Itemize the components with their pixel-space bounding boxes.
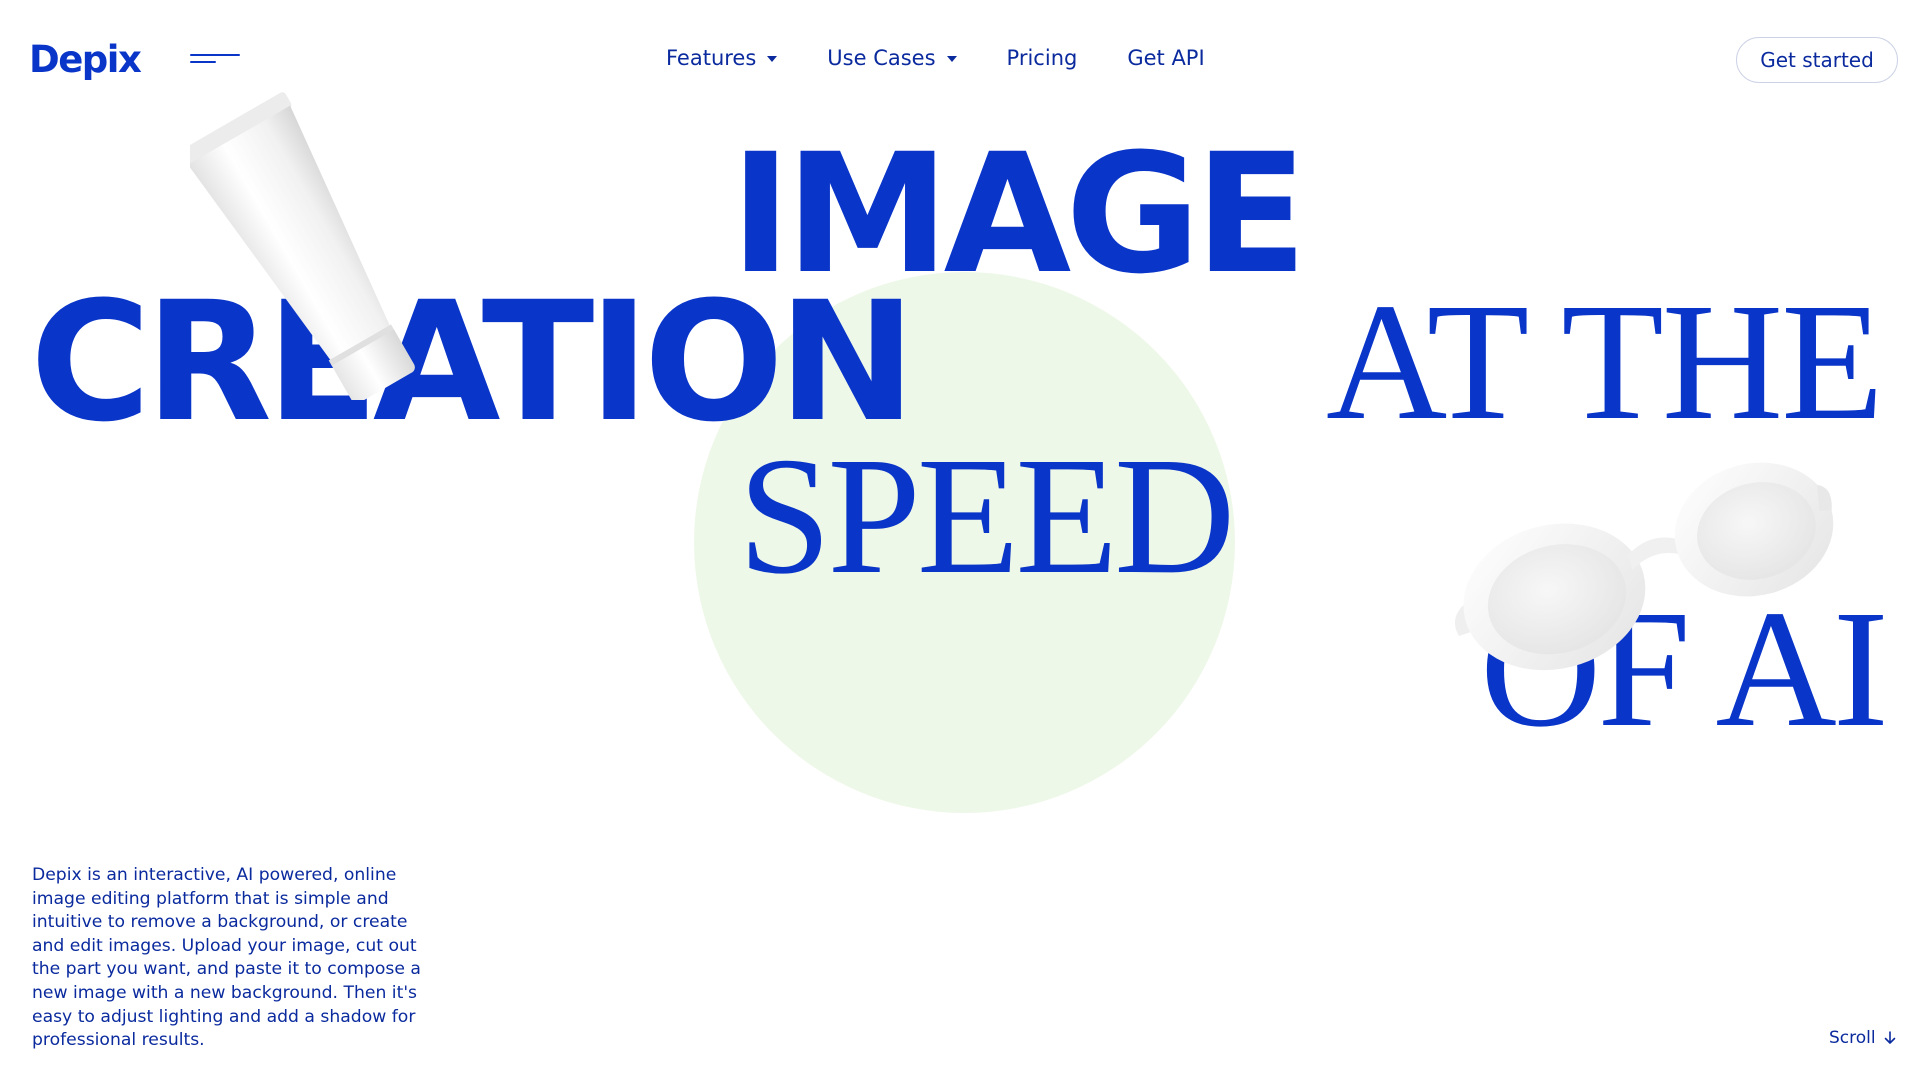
nav-item-label: Pricing <box>1006 46 1078 70</box>
nav-item-label: Get API <box>1127 46 1205 70</box>
scroll-label: Scroll <box>1829 1028 1876 1048</box>
hamburger-menu-icon[interactable] <box>190 52 242 66</box>
hero-word-speed: SPEED <box>738 423 1235 609</box>
main-nav: Features Use Cases Pricing Get API <box>666 46 1205 70</box>
hero-word-of-ai: OF AI <box>1480 576 1889 762</box>
caret-down-icon <box>767 56 778 62</box>
nav-item-label: Use Cases <box>827 46 936 70</box>
scroll-indicator[interactable]: Scroll <box>1829 1028 1896 1048</box>
arrow-down-icon <box>1884 1031 1895 1044</box>
nav-item-features[interactable]: Features <box>666 46 778 70</box>
nav-item-use-cases[interactable]: Use Cases <box>827 46 957 70</box>
intro-description: Depix is an interactive, AI powered, onl… <box>32 865 421 1051</box>
nav-item-label: Features <box>666 46 757 70</box>
logo[interactable]: Depix <box>29 38 142 81</box>
nav-item-pricing[interactable]: Pricing <box>1007 46 1078 70</box>
hero-word-at-the: AT THE <box>1326 269 1884 455</box>
hero-word-creation: CREATION <box>30 266 916 458</box>
get-started-button[interactable]: Get started <box>1736 37 1898 83</box>
nav-item-get-api[interactable]: Get API <box>1127 46 1204 70</box>
caret-down-icon <box>946 56 957 62</box>
